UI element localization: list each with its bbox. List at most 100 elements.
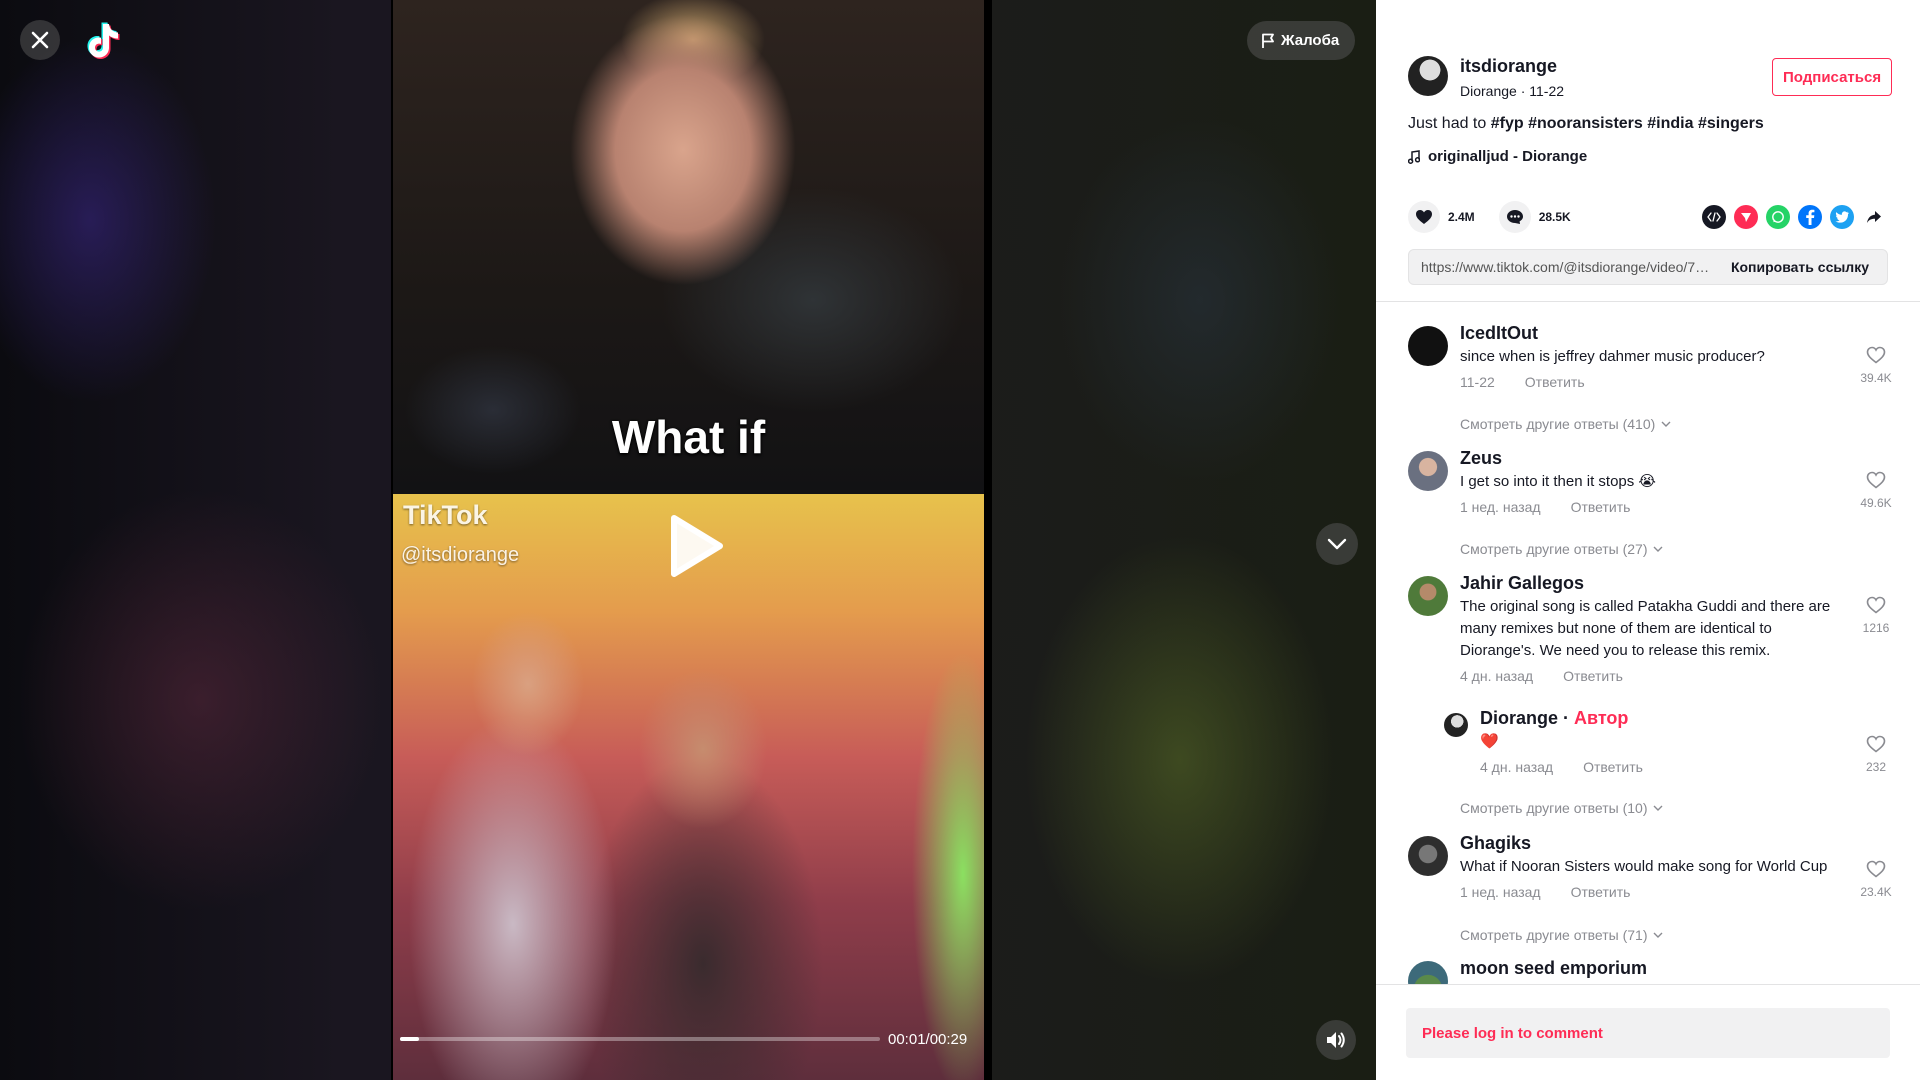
comment-time: 1 нед. назад bbox=[1460, 499, 1541, 515]
facebook-icon bbox=[1806, 209, 1815, 225]
flag-icon bbox=[1262, 33, 1274, 48]
chevron-down-icon bbox=[1327, 538, 1347, 550]
comment-like-button[interactable]: 49.6K bbox=[1854, 471, 1898, 510]
comment-like-button[interactable]: 23.4K bbox=[1854, 860, 1898, 899]
reply-author[interactable]: Diorange bbox=[1480, 708, 1558, 728]
watermark-handle: @itsdiorange bbox=[401, 544, 520, 566]
tiktok-logo-icon[interactable] bbox=[86, 20, 122, 60]
comment-time: 4 дн. назад bbox=[1460, 668, 1534, 684]
next-video-button[interactable] bbox=[1316, 523, 1358, 565]
share-buttons bbox=[1702, 205, 1886, 229]
video-frame-top: What if bbox=[393, 0, 984, 494]
chevron-down-icon bbox=[1653, 805, 1663, 811]
close-button[interactable] bbox=[20, 20, 60, 60]
view-more-replies-label: Смотреть другие ответы (10) bbox=[1460, 800, 1648, 816]
embed-share-button[interactable] bbox=[1702, 205, 1726, 229]
comment-like-count: 23.4K bbox=[1860, 885, 1892, 899]
chevron-down-icon bbox=[1661, 421, 1671, 427]
music-link[interactable]: originalljud - Diorange bbox=[1408, 148, 1587, 165]
chevron-down-icon bbox=[1653, 932, 1663, 938]
comment-like-button[interactable]: 39.4K bbox=[1854, 346, 1898, 385]
post-author[interactable]: itsdiorange Diorange · 11-22 bbox=[1408, 56, 1564, 99]
comment-author[interactable]: moon seed emporium bbox=[1460, 958, 1850, 979]
reply-like-button[interactable]: 232 bbox=[1854, 735, 1898, 774]
hashtag-link[interactable]: #singers bbox=[1698, 115, 1764, 132]
video-stage: Жалоба What if TikTok @itsdiorange 00:01… bbox=[0, 0, 1376, 1080]
reply-button[interactable]: Ответить bbox=[1563, 668, 1623, 684]
view-more-replies-label: Смотреть другие ответы (71) bbox=[1460, 927, 1648, 943]
avatar[interactable] bbox=[1408, 961, 1448, 984]
comment-text: I get so into it then it stops 😭 bbox=[1460, 473, 1656, 490]
view-more-replies[interactable]: Смотреть другие ответы (71) bbox=[1460, 927, 1663, 943]
comment-icon bbox=[1506, 210, 1523, 224]
follow-button[interactable]: Подписаться bbox=[1772, 58, 1893, 96]
twitter-share-button[interactable] bbox=[1830, 205, 1854, 229]
video-frame-bottom: TikTok @itsdiorange bbox=[393, 494, 984, 1080]
report-button[interactable]: Жалоба bbox=[1247, 21, 1356, 60]
heart-outline-icon bbox=[1866, 735, 1886, 753]
view-more-replies[interactable]: Смотреть другие ответы (410) bbox=[1460, 416, 1671, 432]
copy-link-box: https://www.tiktok.com/@itsdiorange/vide… bbox=[1408, 249, 1888, 285]
reply-like-count: 232 bbox=[1865, 760, 1887, 774]
view-more-replies[interactable]: Смотреть другие ответы (10) bbox=[1460, 800, 1663, 816]
comment-text: What if Nooran Sisters would make song f… bbox=[1460, 858, 1828, 875]
music-title: originalljud - Diorange bbox=[1428, 148, 1588, 165]
comments-list[interactable]: IcedItOut since when is jeffrey dahmer m… bbox=[1376, 302, 1920, 984]
facebook-share-button[interactable] bbox=[1798, 205, 1822, 229]
progress-bar[interactable] bbox=[400, 1037, 880, 1041]
reply-button[interactable]: Ответить bbox=[1583, 759, 1643, 775]
heart-outline-icon bbox=[1866, 596, 1886, 614]
engagement-stats: 2.4M 28.5K bbox=[1408, 201, 1595, 233]
reply-button[interactable]: Ответить bbox=[1525, 374, 1585, 390]
post-description: Just had to #fyp #nooransisters #india #… bbox=[1408, 115, 1764, 133]
comment-footer: Please log in to comment bbox=[1376, 984, 1920, 1080]
avatar[interactable] bbox=[1444, 713, 1468, 737]
avatar[interactable] bbox=[1408, 836, 1448, 876]
video-caption: What if bbox=[611, 411, 766, 463]
heart-outline-icon bbox=[1866, 346, 1886, 364]
avatar[interactable] bbox=[1408, 576, 1448, 616]
whatsapp-share-button[interactable] bbox=[1766, 205, 1790, 229]
video-player[interactable]: What if TikTok @itsdiorange 00:01/00:29 bbox=[391, 0, 992, 1080]
comment-button[interactable] bbox=[1498, 201, 1531, 233]
hashtag-link[interactable]: #nooransisters bbox=[1528, 115, 1643, 132]
author-username[interactable]: itsdiorange bbox=[1460, 56, 1564, 77]
volume-button[interactable] bbox=[1316, 1020, 1356, 1060]
send-share-button[interactable] bbox=[1734, 205, 1758, 229]
copy-link-button[interactable]: Копировать ссылку bbox=[1713, 259, 1887, 275]
paper-plane-icon bbox=[1741, 213, 1751, 222]
reply-text: ❤️ bbox=[1480, 733, 1499, 750]
author-badge: Автор bbox=[1574, 708, 1629, 728]
comment-like-count: 49.6K bbox=[1860, 496, 1892, 510]
like-button[interactable] bbox=[1408, 201, 1440, 233]
comment-like-button[interactable]: 1216 bbox=[1854, 596, 1898, 635]
view-more-replies-label: Смотреть другие ответы (410) bbox=[1460, 416, 1656, 432]
login-to-comment-button[interactable]: Please log in to comment bbox=[1406, 1008, 1890, 1058]
reply-button[interactable]: Ответить bbox=[1571, 884, 1631, 900]
comment-author[interactable]: IcedItOut bbox=[1460, 323, 1850, 344]
avatar[interactable] bbox=[1408, 326, 1448, 366]
watermark-logo: TikTok bbox=[403, 500, 488, 530]
report-label: Жалоба bbox=[1281, 32, 1340, 49]
side-panel: itsdiorange Diorange · 11-22 Подписаться… bbox=[1376, 0, 1920, 1080]
twitter-icon bbox=[1835, 211, 1849, 223]
share-arrow-icon bbox=[1867, 211, 1881, 223]
video-link-url[interactable]: https://www.tiktok.com/@itsdiorange/vide… bbox=[1409, 259, 1713, 275]
view-more-replies[interactable]: Смотреть другие ответы (27) bbox=[1460, 541, 1663, 557]
comment-author[interactable]: Zeus bbox=[1460, 448, 1850, 469]
hashtag-link[interactable]: #india bbox=[1647, 115, 1693, 132]
speaker-icon bbox=[1327, 1032, 1345, 1048]
comment-count: 28.5K bbox=[1538, 210, 1571, 224]
comment-author[interactable]: Jahir Gallegos bbox=[1460, 573, 1850, 594]
hashtag-link[interactable]: #fyp bbox=[1491, 115, 1524, 132]
more-share-button[interactable] bbox=[1862, 205, 1886, 229]
play-icon[interactable] bbox=[668, 514, 724, 578]
whatsapp-icon bbox=[1772, 211, 1784, 223]
reply-button[interactable]: Ответить bbox=[1571, 499, 1631, 515]
close-icon bbox=[31, 31, 49, 49]
avatar[interactable] bbox=[1408, 451, 1448, 491]
avatar[interactable] bbox=[1408, 56, 1448, 96]
comment-author[interactable]: Ghagiks bbox=[1460, 833, 1850, 854]
comment-like-count: 39.4K bbox=[1860, 371, 1892, 385]
heart-icon bbox=[1416, 210, 1432, 224]
